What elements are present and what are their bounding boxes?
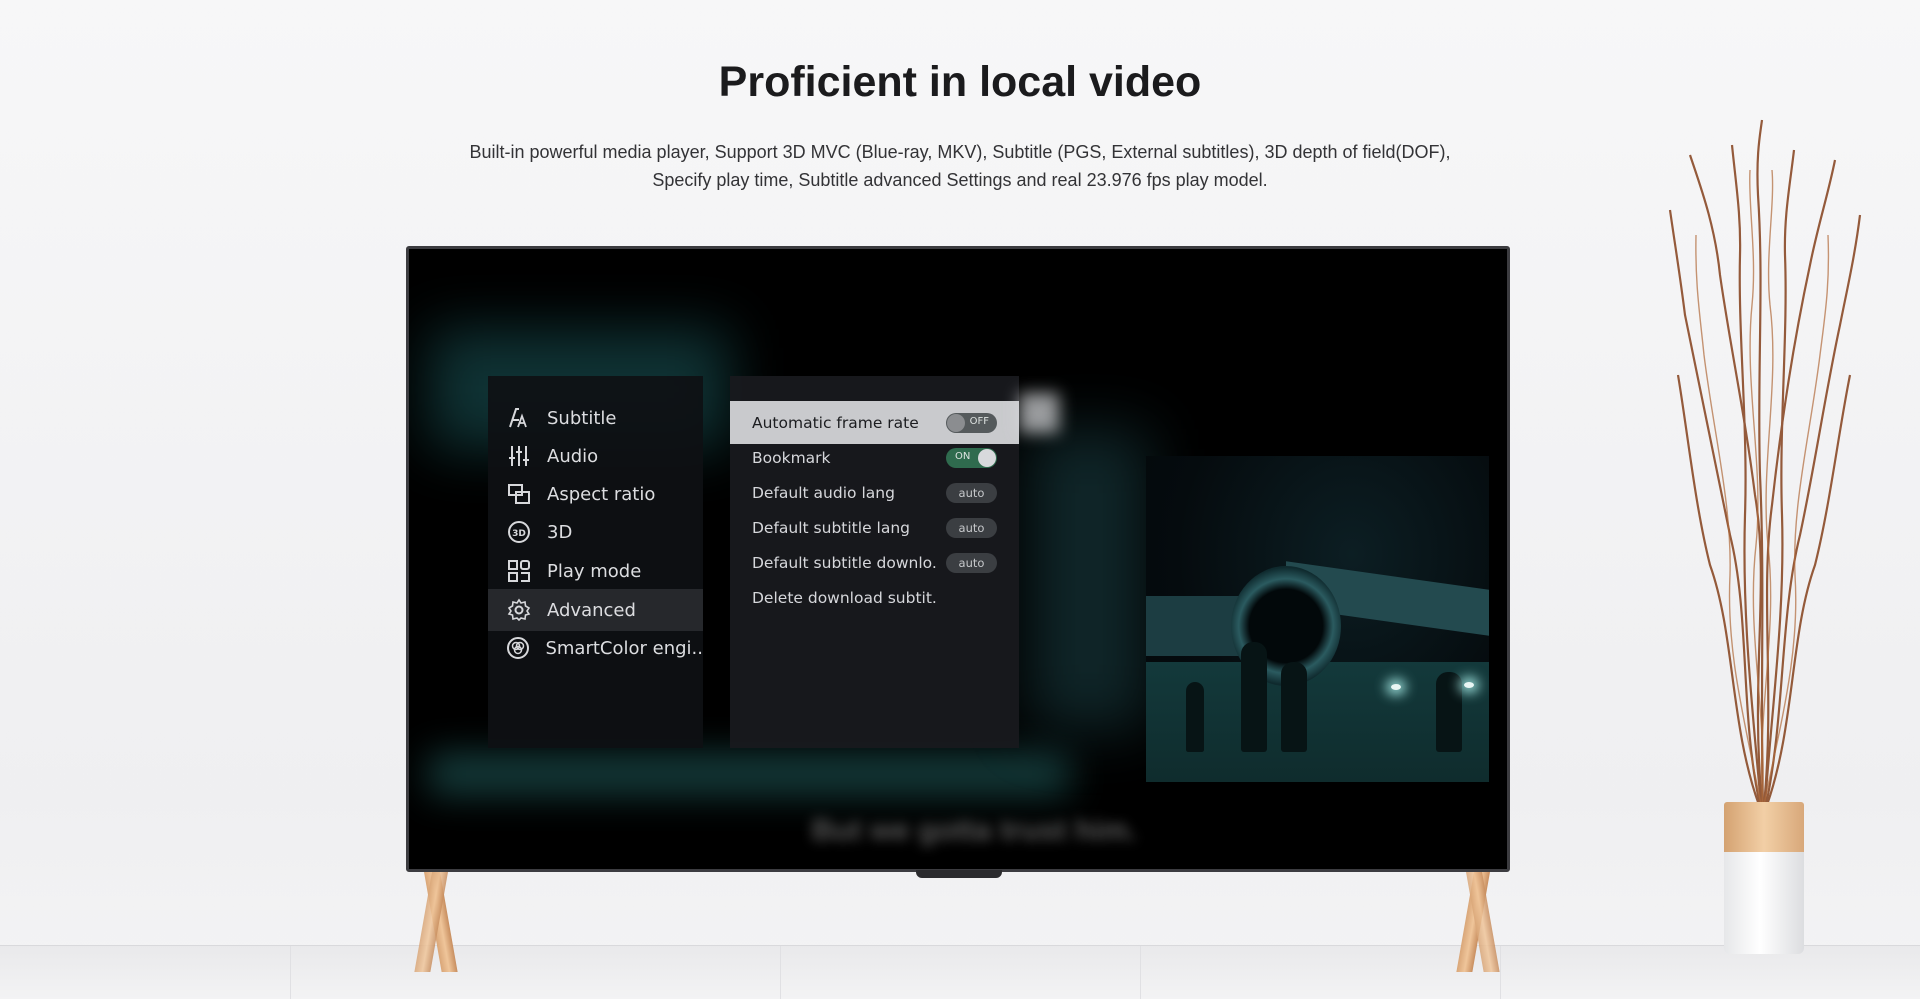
menu-item-label: Audio — [547, 445, 599, 467]
description-line-1: Built-in powerful media player, Support … — [469, 142, 1451, 162]
equalizer-icon — [506, 443, 532, 469]
menu-item-label: Play mode — [547, 560, 642, 582]
color-wheel-icon — [506, 635, 530, 661]
gear-icon — [506, 597, 532, 623]
menu-item-3d[interactable]: 3D 3D — [488, 511, 703, 553]
advanced-settings-panel: Automatic frame rate OFF Bookmark ON Def… — [730, 376, 1019, 748]
3d-icon: 3D — [506, 519, 532, 545]
bookmark-toggle[interactable]: ON — [946, 447, 997, 468]
setting-label: Default subtitle downlo.. — [752, 553, 938, 572]
vase-body — [1724, 852, 1804, 954]
subtitle-download-value[interactable]: auto — [946, 552, 997, 573]
setting-label: Default subtitle lang — [752, 518, 910, 537]
page-title: Proficient in local video — [718, 58, 1202, 106]
play-mode-icon — [506, 558, 532, 584]
menu-item-smartcolor[interactable]: SmartColor engi.. — [488, 627, 703, 669]
setting-label: Bookmark — [752, 448, 831, 467]
blurred-subtitle: But we gotta trust him. — [811, 814, 1137, 847]
menu-item-audio[interactable]: Audio — [488, 435, 703, 477]
toggle-knob — [978, 448, 996, 467]
svg-text:3D: 3D — [512, 529, 526, 539]
decorative-branches — [1668, 119, 1862, 805]
toggle-knob — [947, 413, 965, 432]
menu-item-label: Advanced — [547, 599, 636, 621]
menu-item-advanced[interactable]: Advanced — [488, 589, 703, 631]
toggle-state: ON — [955, 450, 971, 462]
setting-label: Default audio lang — [752, 483, 895, 502]
menu-item-label: Aspect ratio — [547, 483, 656, 505]
floor — [0, 945, 1920, 999]
setting-delete-download-subtitles[interactable]: Delete download subtit.. — [730, 576, 1019, 619]
menu-item-play-mode[interactable]: Play mode — [488, 550, 703, 592]
subtitle-lang-value[interactable]: auto — [946, 517, 997, 538]
menu-item-label: Subtitle — [547, 407, 617, 429]
font-icon — [506, 405, 532, 431]
audio-lang-value[interactable]: auto — [946, 482, 997, 503]
settings-category-menu: Subtitle Audio Aspect ratio 3D 3D Play m… — [488, 376, 703, 748]
frame-rate-toggle[interactable]: OFF — [946, 412, 997, 433]
description-line-2: Specify play time, Subtitle advanced Set… — [652, 170, 1268, 190]
setting-label: Automatic frame rate — [752, 413, 919, 432]
tv-screen: But we gotta trust him. Subtitle Audio A… — [406, 246, 1510, 872]
menu-item-aspect-ratio[interactable]: Aspect ratio — [488, 473, 703, 515]
description: Built-in powerful media player, Support … — [0, 138, 1920, 194]
vase-gold-band — [1724, 802, 1804, 852]
toggle-state: OFF — [969, 415, 989, 427]
aspect-ratio-icon — [506, 481, 532, 507]
menu-item-label: SmartColor engi.. — [545, 637, 703, 659]
menu-item-subtitle[interactable]: Subtitle — [488, 397, 703, 439]
menu-item-label: 3D — [547, 521, 573, 543]
movie-frame — [1146, 456, 1489, 782]
tv-stand-notch — [916, 870, 1002, 878]
setting-label: Delete download subtit.. — [752, 588, 938, 607]
